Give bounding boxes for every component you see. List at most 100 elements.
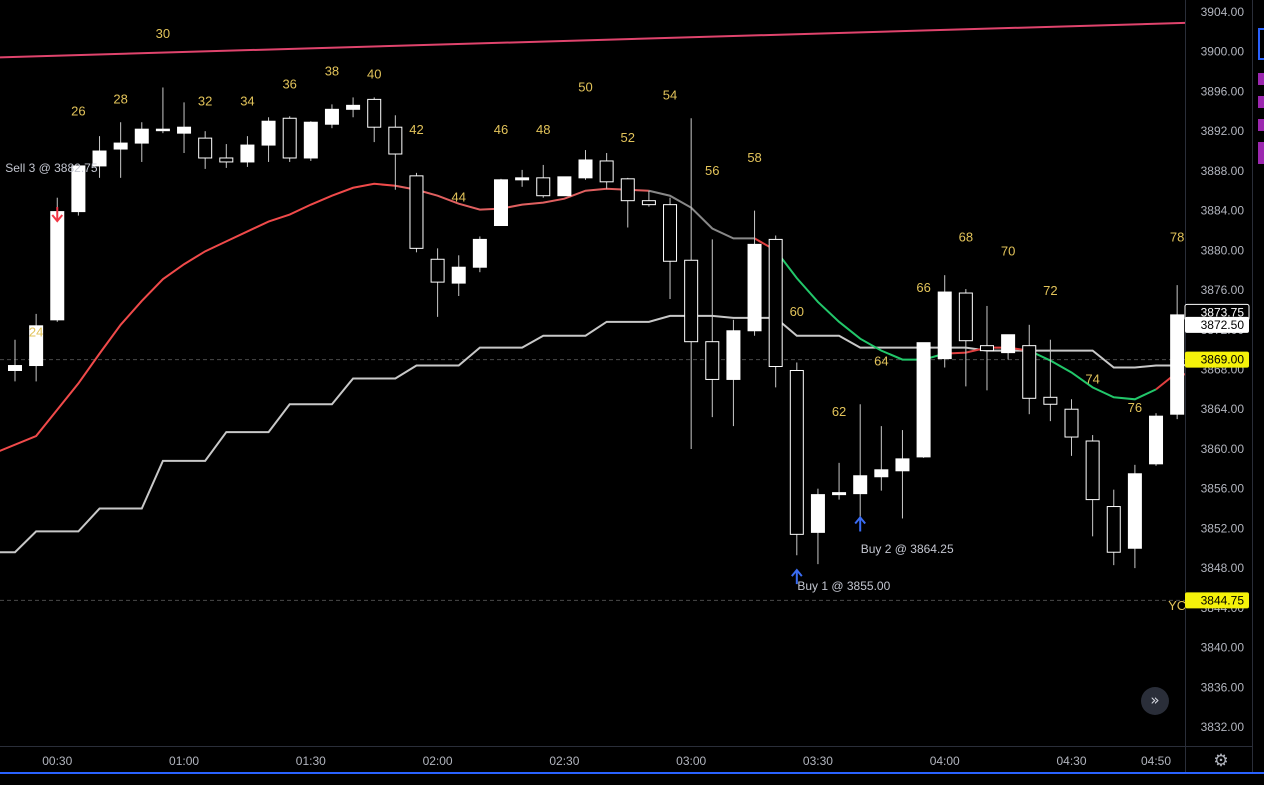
time-axis-tick-label: 01:30 [296, 754, 326, 768]
candle [409, 172, 424, 253]
candle-body [768, 238, 783, 368]
candle-body [261, 120, 276, 146]
bar-count-label: 46 [494, 122, 508, 137]
candle-body [134, 128, 149, 144]
bar-count-label: 42 [409, 122, 423, 137]
candle-body [282, 117, 297, 159]
price-axis-tick-label: 3836.00 [1201, 680, 1245, 694]
candle-body [789, 369, 804, 535]
candle-body [50, 211, 65, 321]
candle-body [367, 98, 382, 128]
bar-count-label: 68 [959, 229, 973, 244]
candle-body [388, 126, 403, 155]
candle [282, 116, 297, 162]
price-axis-tick-label: 3896.00 [1201, 84, 1245, 98]
double-chevron-right-icon: » [1150, 691, 1160, 709]
candle-body [705, 341, 720, 380]
price-axis-tick-label: 3864.00 [1201, 402, 1245, 416]
candle-body [493, 179, 508, 227]
candle-body [1043, 396, 1058, 405]
candle-body [1127, 473, 1142, 549]
bar-count-label: YC [1168, 598, 1186, 613]
bar-count-label: 34 [240, 93, 254, 108]
candle-body [198, 137, 213, 159]
candle-body [958, 292, 973, 342]
chart-settings-button[interactable]: ⚙ [1210, 750, 1232, 772]
chart-background [0, 0, 1264, 785]
price-label-text: 3869.00 [1201, 353, 1245, 367]
side-marker[interactable] [1258, 96, 1264, 108]
bar-count-label: 36 [282, 76, 296, 91]
price-axis-tick-label: 3856.00 [1201, 482, 1245, 496]
bar-count-label: 28 [113, 91, 127, 106]
bar-count-label: 60 [790, 304, 804, 319]
candle-body [1106, 506, 1121, 553]
price-axis-tick-label: 3900.00 [1201, 45, 1245, 59]
candle-body [451, 266, 466, 284]
candle-body [536, 177, 551, 197]
price-axis-tick-label: 3888.00 [1201, 164, 1245, 178]
side-marker[interactable] [1258, 73, 1264, 85]
candle-body [1170, 314, 1185, 415]
buy-signal-label: Buy 2 @ 3864.25 [861, 542, 954, 556]
price-axis-label: 3872.50 [1185, 316, 1249, 333]
candle-body [641, 200, 656, 206]
price-label-text: 3872.50 [1201, 318, 1245, 332]
bar-count-label: 78 [1170, 229, 1184, 244]
candle-body [1149, 415, 1164, 465]
candle-body [113, 142, 128, 150]
time-axis-tick-label: 03:00 [676, 754, 706, 768]
side-toolbar-handle[interactable] [1258, 28, 1264, 60]
side-marker[interactable] [1258, 119, 1264, 131]
bar-count-label: 40 [367, 67, 381, 82]
candle-body [684, 259, 699, 343]
candle-body [303, 121, 318, 159]
candle [916, 342, 931, 458]
candle-body [515, 177, 530, 181]
time-axis-tick-label: 04:00 [930, 754, 960, 768]
candle-body [979, 345, 994, 352]
bar-count-label: 30 [156, 26, 170, 41]
candle-body [620, 178, 635, 202]
candle-body [346, 104, 361, 110]
candle-body [810, 494, 825, 533]
time-axis-tick-label: 03:30 [803, 754, 833, 768]
sell-signal-label: Sell 3 @ 3882.75 [5, 161, 98, 175]
bar-count-label: 72 [1043, 283, 1057, 298]
price-axis-tick-label: 3832.00 [1201, 720, 1245, 734]
candle-body [916, 342, 931, 458]
bar-count-label: 24 [29, 325, 43, 340]
candle [789, 362, 804, 556]
candle-body [832, 492, 847, 496]
price-label-text: 3844.75 [1201, 593, 1245, 607]
price-axis-tick-label: 3860.00 [1201, 442, 1245, 456]
price-axis-tick-label: 3880.00 [1201, 243, 1245, 257]
bar-count-label: 70 [1001, 243, 1015, 258]
candle-body [578, 159, 593, 179]
time-axis-tick-label: 04:30 [1056, 754, 1086, 768]
side-marker[interactable] [1258, 152, 1264, 164]
price-axis-tick-label: 3852.00 [1201, 521, 1245, 535]
price-axis-label: 3844.75 [1185, 592, 1249, 609]
bar-count-label: 52 [621, 130, 635, 145]
time-axis-tick-label: 01:00 [169, 754, 199, 768]
bar-count-label: 54 [663, 87, 677, 102]
candle-body [937, 291, 952, 360]
price-axis-tick-label: 3892.00 [1201, 124, 1245, 138]
bar-count-label: 56 [705, 163, 719, 178]
price-axis-tick-label: 3904.00 [1201, 5, 1245, 19]
candle-body [430, 258, 445, 283]
candle-body [1064, 408, 1079, 438]
time-axis-tick-label: 04:50 [1141, 754, 1171, 768]
candle [303, 121, 318, 161]
candle-body [240, 144, 255, 163]
bar-count-label: 64 [874, 354, 888, 369]
price-chart[interactable]: 24 26 28 30 32 34 36 38 40 42 44 46 48 50 52 54 56 58 60 62… [0, 0, 1264, 785]
time-axis-tick-label: 02:30 [549, 754, 579, 768]
candle-body [1085, 440, 1100, 501]
candle [768, 235, 783, 388]
scroll-to-realtime-button[interactable]: » [1141, 687, 1169, 715]
candle-body [663, 204, 678, 262]
bar-count-label: 44 [451, 190, 465, 205]
candle [493, 178, 508, 227]
